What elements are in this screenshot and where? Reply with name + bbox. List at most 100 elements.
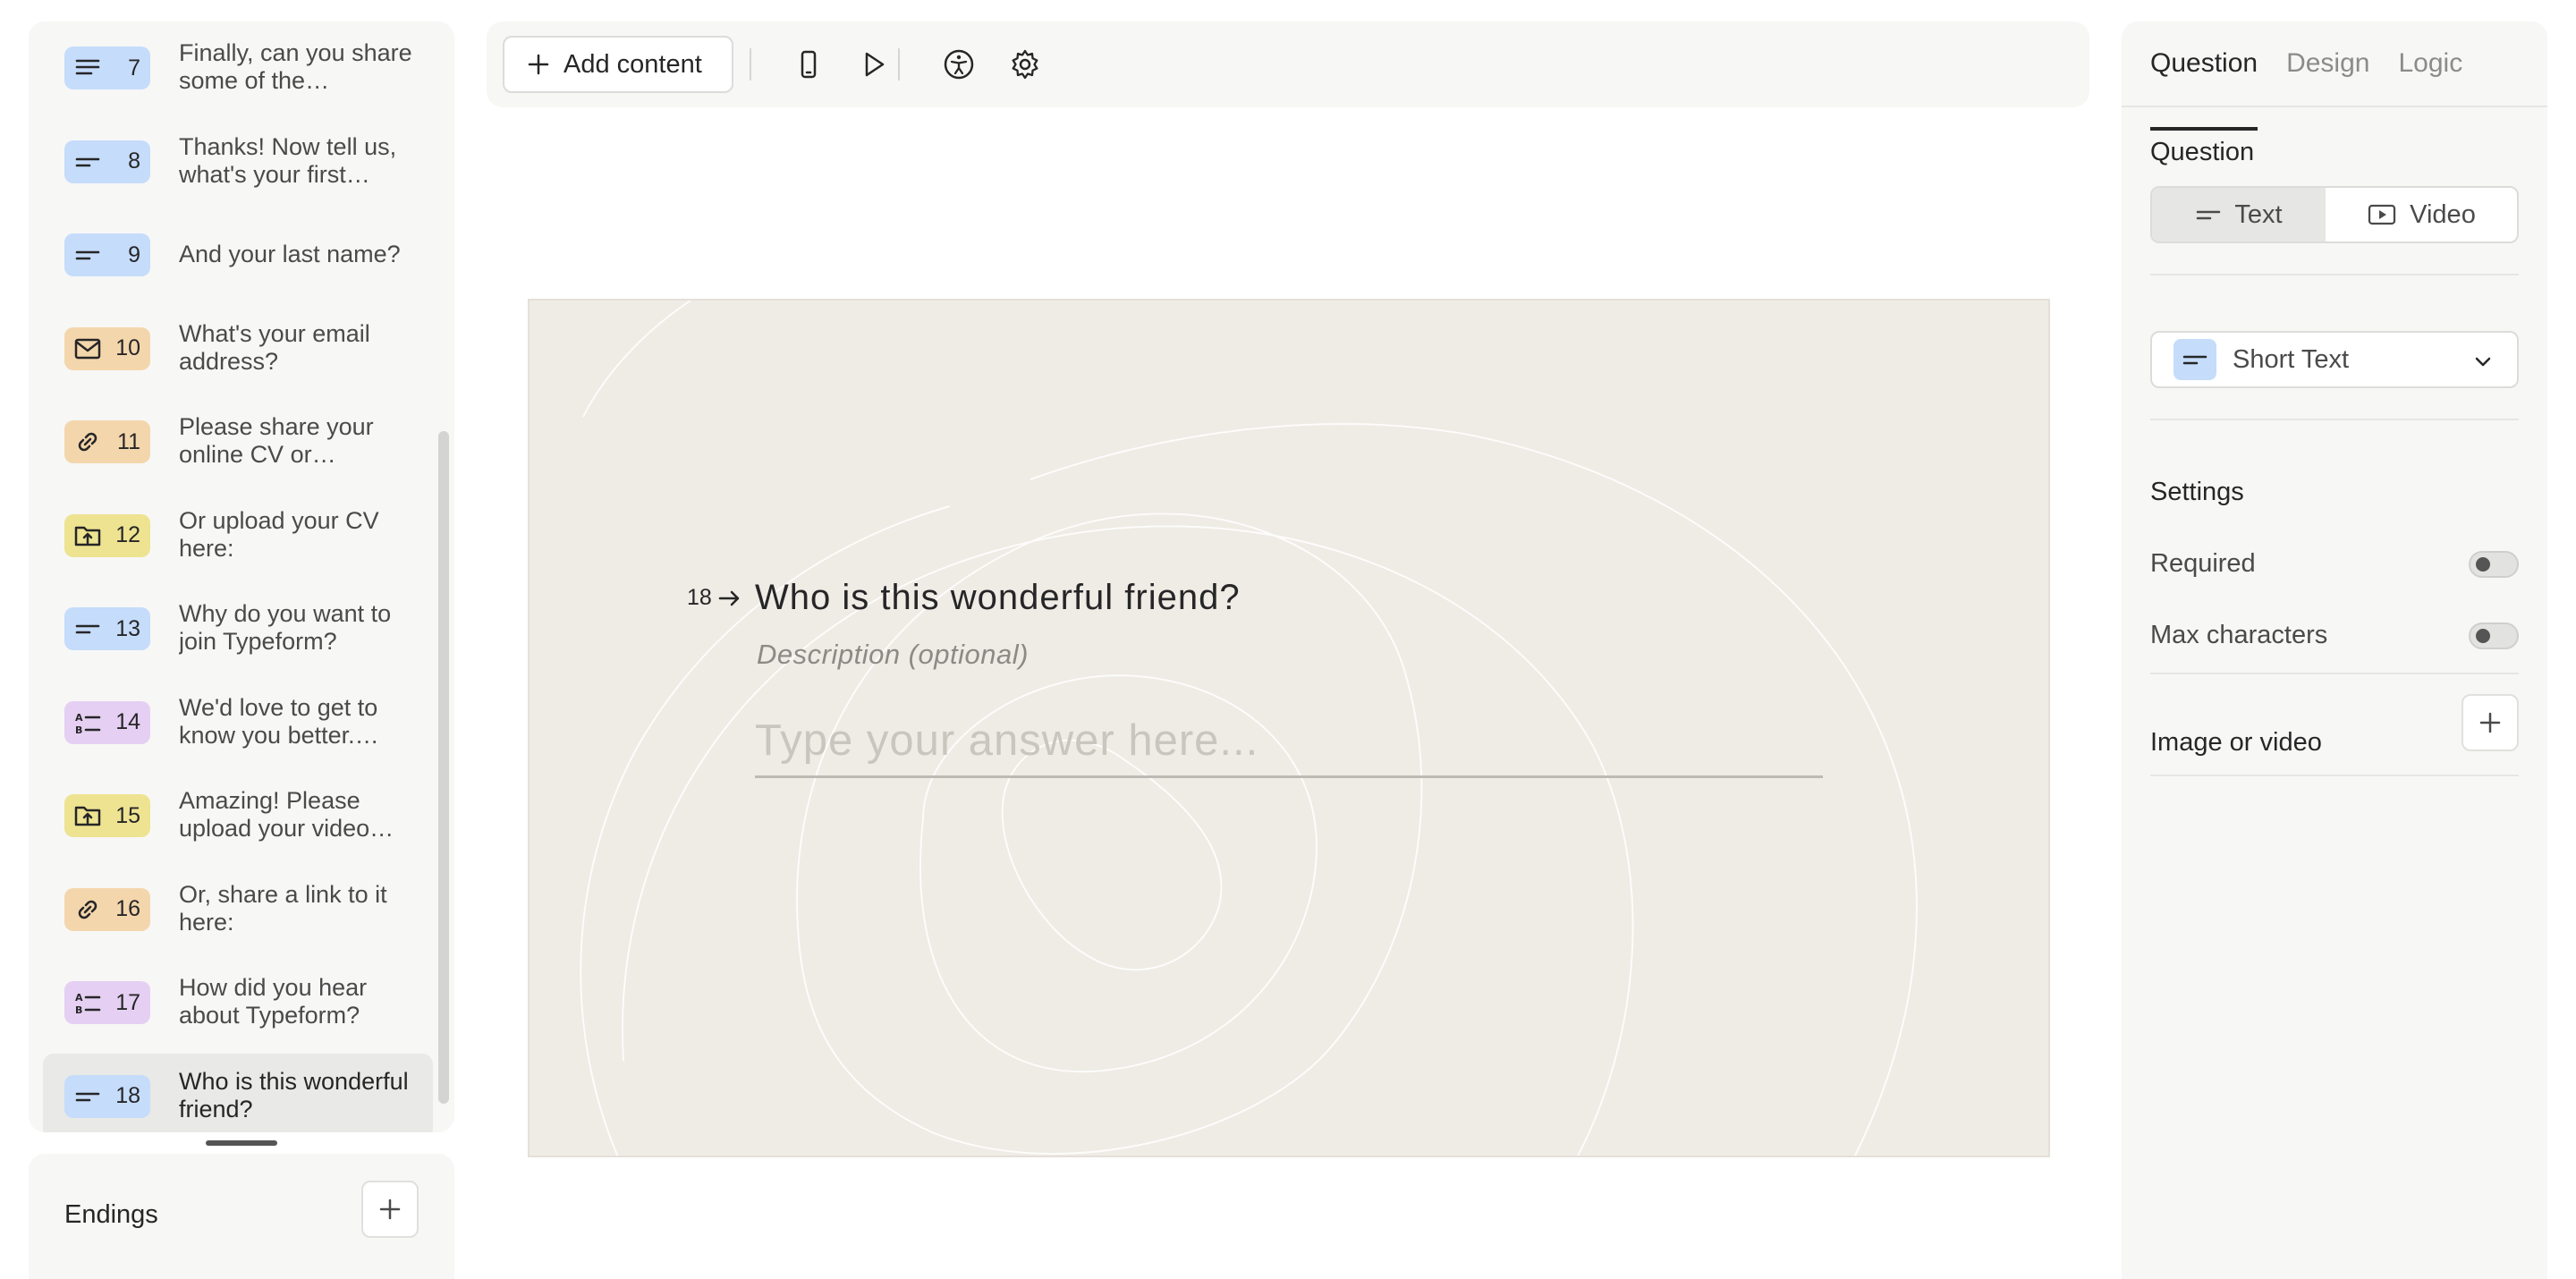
question-list-item[interactable]: 9 And your last name? — [43, 212, 433, 298]
tab-question[interactable]: Question — [2150, 48, 2258, 131]
question-type-badge: 12 — [64, 513, 150, 557]
plus-icon — [2479, 712, 2501, 733]
add-content-button[interactable]: Add content — [503, 36, 733, 93]
question-label: We'd love to get to know you better.… — [179, 693, 379, 749]
max-characters-toggle[interactable] — [2469, 623, 2519, 649]
settings-heading: Settings — [2150, 478, 2244, 506]
question-number: 14 — [115, 709, 140, 734]
question-number: 17 — [115, 989, 140, 1015]
question-type-badge: 7 — [64, 47, 150, 89]
image-or-video-heading: Image or video — [2150, 728, 2322, 757]
video-format-label: Video — [2410, 199, 2476, 229]
question-description[interactable]: Description (optional) — [757, 639, 1029, 671]
text-format-label: Text — [2234, 199, 2283, 229]
question-list-item[interactable]: 18 Who is this wonderful friend? — [43, 1053, 433, 1132]
question-number: 9 — [128, 241, 140, 267]
panel-resize-handle[interactable] — [206, 1140, 277, 1146]
question-title[interactable]: Who is this wonderful friend? — [755, 578, 1241, 618]
arrow-right-icon — [718, 590, 740, 606]
question-type-badge: A B 17 — [64, 981, 150, 1024]
svg-text:B: B — [75, 1004, 82, 1016]
sidebar-scrollbar[interactable] — [438, 431, 449, 1104]
video-icon — [2368, 204, 2396, 225]
answer-input[interactable] — [755, 705, 1823, 778]
question-number: 8 — [128, 148, 140, 174]
question-label: Or, share a link to it here: — [179, 880, 387, 936]
properties-panel: Question Design Logic Question Text Vide… — [2122, 21, 2547, 1279]
section-divider — [2150, 274, 2519, 275]
add-media-button[interactable] — [2462, 694, 2519, 751]
setting-label: Required — [2150, 549, 2256, 578]
long-text-icon — [72, 52, 104, 84]
question-list-item[interactable]: A B 17 How did you hear about Typeform? — [43, 960, 433, 1046]
multiple-choice-icon: AB — [72, 707, 104, 739]
endings-panel: Endings — [29, 1154, 454, 1279]
section-divider — [2150, 775, 2519, 776]
question-type-select[interactable]: Short Text — [2150, 331, 2519, 388]
question-label: Or upload your CV here: — [179, 506, 379, 562]
toolbar-divider — [750, 48, 751, 80]
question-label: Please share your online CV or… — [179, 413, 374, 468]
svg-text:B: B — [75, 724, 82, 736]
question-type-badge: 9 — [64, 233, 150, 276]
question-type-badge: 18 — [64, 1074, 150, 1118]
email-icon — [72, 333, 104, 365]
setting-required: Required — [2150, 546, 2519, 581]
question-label: And your last name? — [179, 241, 401, 267]
question-list-item[interactable]: 12 Or upload your CV here: — [43, 493, 433, 579]
short-text-icon — [2197, 210, 2221, 220]
video-format-option[interactable]: Video — [2326, 188, 2517, 241]
link-icon — [72, 426, 104, 458]
tab-design[interactable]: Design — [2286, 48, 2369, 129]
question-list-item[interactable]: 16 Or, share a link to it here: — [43, 867, 433, 953]
required-toggle[interactable] — [2469, 551, 2519, 578]
question-list-item[interactable]: A B 14 We'd love to get to know you better.… — [43, 680, 433, 766]
question-label: Who is this wonderful friend? — [179, 1067, 409, 1122]
question-number: 12 — [115, 522, 140, 547]
tab-logic[interactable]: Logic — [2398, 48, 2462, 129]
question-type-badge: 13 — [64, 607, 150, 650]
setting-label: Max characters — [2150, 621, 2328, 649]
section-divider — [2150, 673, 2519, 674]
add-ending-button[interactable] — [361, 1181, 419, 1238]
question-type-label: Short Text — [2233, 344, 2350, 374]
settings-gear-icon[interactable] — [1007, 47, 1043, 82]
plus-icon — [528, 54, 549, 75]
question-number: 7 — [128, 55, 140, 80]
add-content-label: Add content — [564, 49, 702, 79]
question-number: 16 — [115, 896, 140, 921]
mobile-preview-icon[interactable] — [791, 47, 826, 82]
file-upload-icon — [72, 800, 104, 832]
question-label: Finally, can you share some of the… — [179, 39, 412, 94]
accessibility-icon[interactable] — [941, 47, 977, 82]
form-preview-canvas: 18 Who is this wonderful friend? Descrip… — [528, 299, 2050, 1157]
question-list-item[interactable]: 13 Why do you want to join Typeform? — [43, 586, 433, 672]
short-text-icon — [72, 239, 104, 271]
setting-max-characters: Max characters — [2150, 617, 2519, 653]
question-type-badge: 11 — [64, 420, 150, 463]
question-label: Amazing! Please upload your video… — [179, 787, 394, 842]
multiple-choice-icon: AB — [72, 987, 104, 1019]
plus-icon — [379, 1199, 401, 1220]
properties-tabs: Question Design Logic — [2150, 48, 2462, 131]
question-list-item[interactable]: 10 What's your email address? — [43, 306, 433, 392]
text-format-option[interactable]: Text — [2152, 188, 2326, 241]
short-text-icon — [72, 1080, 104, 1113]
question-type-badge: 16 — [64, 887, 150, 931]
editor-toolbar: Add content — [487, 21, 2089, 107]
question-type-badge: A B 14 — [64, 700, 150, 744]
question-list-item[interactable]: 8 Thanks! Now tell us, what's your first… — [43, 119, 433, 205]
question-label: Why do you want to join Typeform? — [179, 600, 392, 655]
question-list-item[interactable]: 7 Finally, can you share some of the… — [43, 25, 433, 111]
play-icon[interactable] — [855, 47, 891, 82]
short-text-icon — [2174, 339, 2216, 380]
question-number: 11 — [117, 428, 140, 454]
question-number: 13 — [115, 615, 140, 641]
chevron-down-icon — [2475, 357, 2491, 367]
question-list-panel: 7 Finally, can you share some of the… 8 Tha… — [29, 21, 454, 1132]
section-divider — [2150, 419, 2519, 420]
question-label: What's your email address? — [179, 319, 370, 375]
question-list-item[interactable]: 11 Please share your online CV or… — [43, 399, 433, 485]
question-list-item[interactable]: 15 Amazing! Please upload your video… — [43, 773, 433, 859]
question-number: 18 — [115, 1083, 140, 1108]
